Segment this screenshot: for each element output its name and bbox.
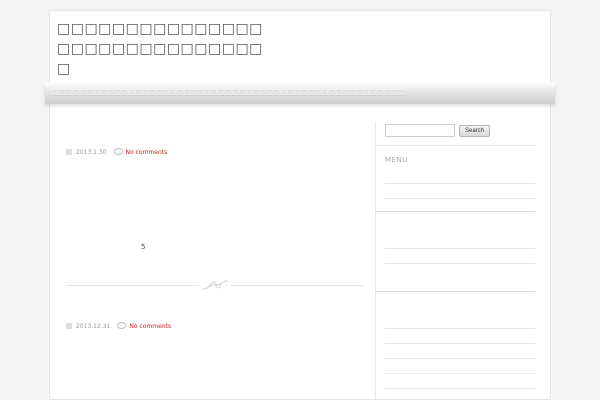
- menu-item[interactable]: [385, 183, 535, 184]
- post-meta: 2013.1.30 No comments: [66, 148, 167, 156]
- comment-icon: [113, 148, 123, 155]
- calendar-icon: [66, 323, 72, 329]
- menu-item[interactable]: [385, 248, 535, 249]
- widget-separator: [375, 291, 535, 292]
- site-title[interactable]: □□□□□□□□□□□□□□□□□□□□□□□□□□□□□□□: [57, 19, 272, 79]
- menu-item[interactable]: [385, 328, 535, 329]
- menu-item[interactable]: [385, 388, 535, 389]
- comment-icon: [117, 322, 127, 329]
- search-button[interactable]: Search: [459, 125, 490, 137]
- menu-widget-title: MENU: [385, 156, 408, 164]
- calendar-icon: [66, 149, 72, 155]
- main-navigation: □□□□□□□□□□□□□□□□□□□□□□□□□□□□□ □□□□□□□□□□…: [45, 82, 555, 104]
- menu-item[interactable]: [385, 358, 535, 359]
- post-date: 2013.12.31: [76, 323, 111, 330]
- post-date: 2013.1.30: [76, 149, 107, 156]
- post-excerpt: 5: [141, 243, 146, 251]
- nav-item-2[interactable]: □□□□□□□□□□□□□□□□□□□□□□□□□□□□□: [204, 88, 405, 96]
- menu-item[interactable]: [385, 198, 535, 199]
- menu-item[interactable]: [385, 263, 535, 264]
- post-meta: 2013.12.31 No comments: [66, 322, 171, 330]
- comments-link[interactable]: No comments: [129, 323, 171, 330]
- menu-item[interactable]: [385, 373, 535, 374]
- ornament-swirl: [199, 277, 231, 293]
- search-input[interactable]: [385, 124, 455, 137]
- menu-item[interactable]: [385, 343, 535, 344]
- sidebar-border: [375, 122, 376, 400]
- comments-link[interactable]: No comments: [126, 149, 168, 156]
- sidebar-divider: [375, 145, 535, 146]
- widget-separator: [375, 211, 535, 212]
